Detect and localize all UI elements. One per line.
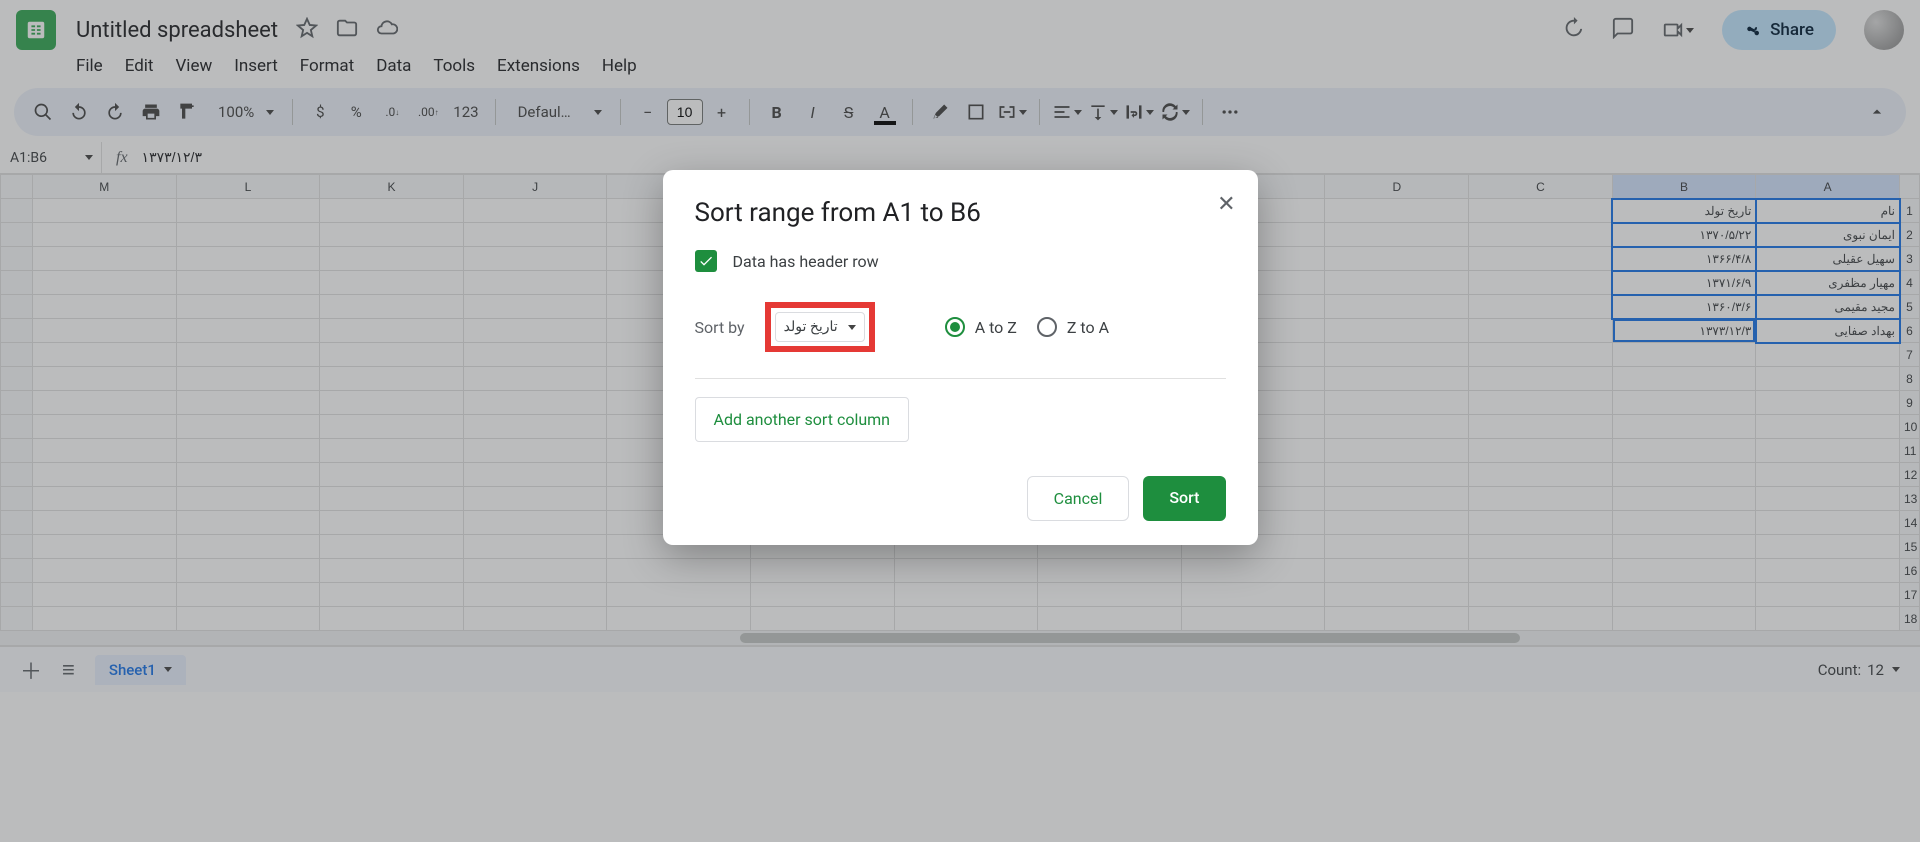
header-row-checkbox[interactable] [695,250,717,272]
modal-overlay: Sort range from A1 to B6 ✕ Data has head… [0,0,1920,842]
close-icon[interactable]: ✕ [1217,192,1235,217]
add-sort-column-button[interactable]: Add another sort column [695,397,910,442]
tutorial-highlight: تاریخ تولد [765,302,875,352]
sort-asc-radio[interactable]: A to Z [945,317,1017,337]
sort-by-label: Sort by [695,318,745,337]
sort-column-select[interactable]: تاریخ تولد [775,312,865,342]
sort-button[interactable]: Sort [1143,476,1225,521]
dialog-title: Sort range from A1 to B6 [695,198,1226,228]
sort-desc-radio[interactable]: Z to A [1037,317,1109,337]
sort-range-dialog: Sort range from A1 to B6 ✕ Data has head… [663,170,1258,545]
header-row-label: Data has header row [733,252,879,271]
cancel-button[interactable]: Cancel [1027,476,1130,521]
